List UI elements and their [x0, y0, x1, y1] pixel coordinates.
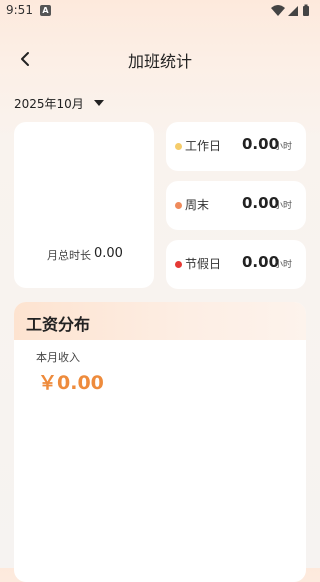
wifi-icon [271, 5, 285, 16]
monthly-total-card: 月总时长 0.00 [14, 122, 154, 288]
signal-icon [288, 6, 298, 16]
weekday-label: 工作日 [185, 139, 222, 153]
monthly-income-label: 本月收入 [36, 351, 80, 364]
status-icons [270, 4, 314, 18]
month-selector-value: 2025年10月 [14, 96, 84, 111]
salary-card-header: 工资分布 [14, 302, 306, 340]
salary-distribution-card: 工资分布 本月收入 ￥0.00 [14, 302, 306, 582]
holiday-overtime-card: 节假日 0.00 小时 [166, 240, 306, 289]
holiday-dot-icon [175, 261, 182, 268]
holiday-hours-unit: 小时 [274, 260, 293, 270]
weekend-label: 周末 [185, 198, 210, 212]
total-hours-label: 月总时长 [47, 249, 91, 262]
weekday-dot-icon [175, 143, 182, 150]
total-hours-value: 0.00 [94, 246, 123, 261]
notification-a-icon: A [40, 5, 51, 16]
month-selector[interactable]: 2025年10月 [14, 94, 104, 112]
weekday-hours-unit: 小时 [274, 142, 293, 152]
weekend-overtime-card: 周末 0.00 小时 [166, 181, 306, 230]
weekday-overtime-card: 工作日 0.00 小时 [166, 122, 306, 171]
holiday-label: 节假日 [185, 257, 222, 271]
page-title: 加班统计 [127, 52, 192, 71]
weekend-hours-unit: 小时 [274, 201, 293, 211]
salary-section-title: 工资分布 [26, 315, 91, 334]
status-bar: 9:51 A [0, 0, 320, 22]
monthly-income-value: ￥0.00 [38, 372, 104, 394]
battery-icon [303, 4, 309, 16]
status-time: 9:51 [6, 3, 33, 17]
app-header: 加班统计 [0, 40, 320, 76]
caret-down-icon [93, 100, 104, 106]
weekend-dot-icon [175, 202, 182, 209]
